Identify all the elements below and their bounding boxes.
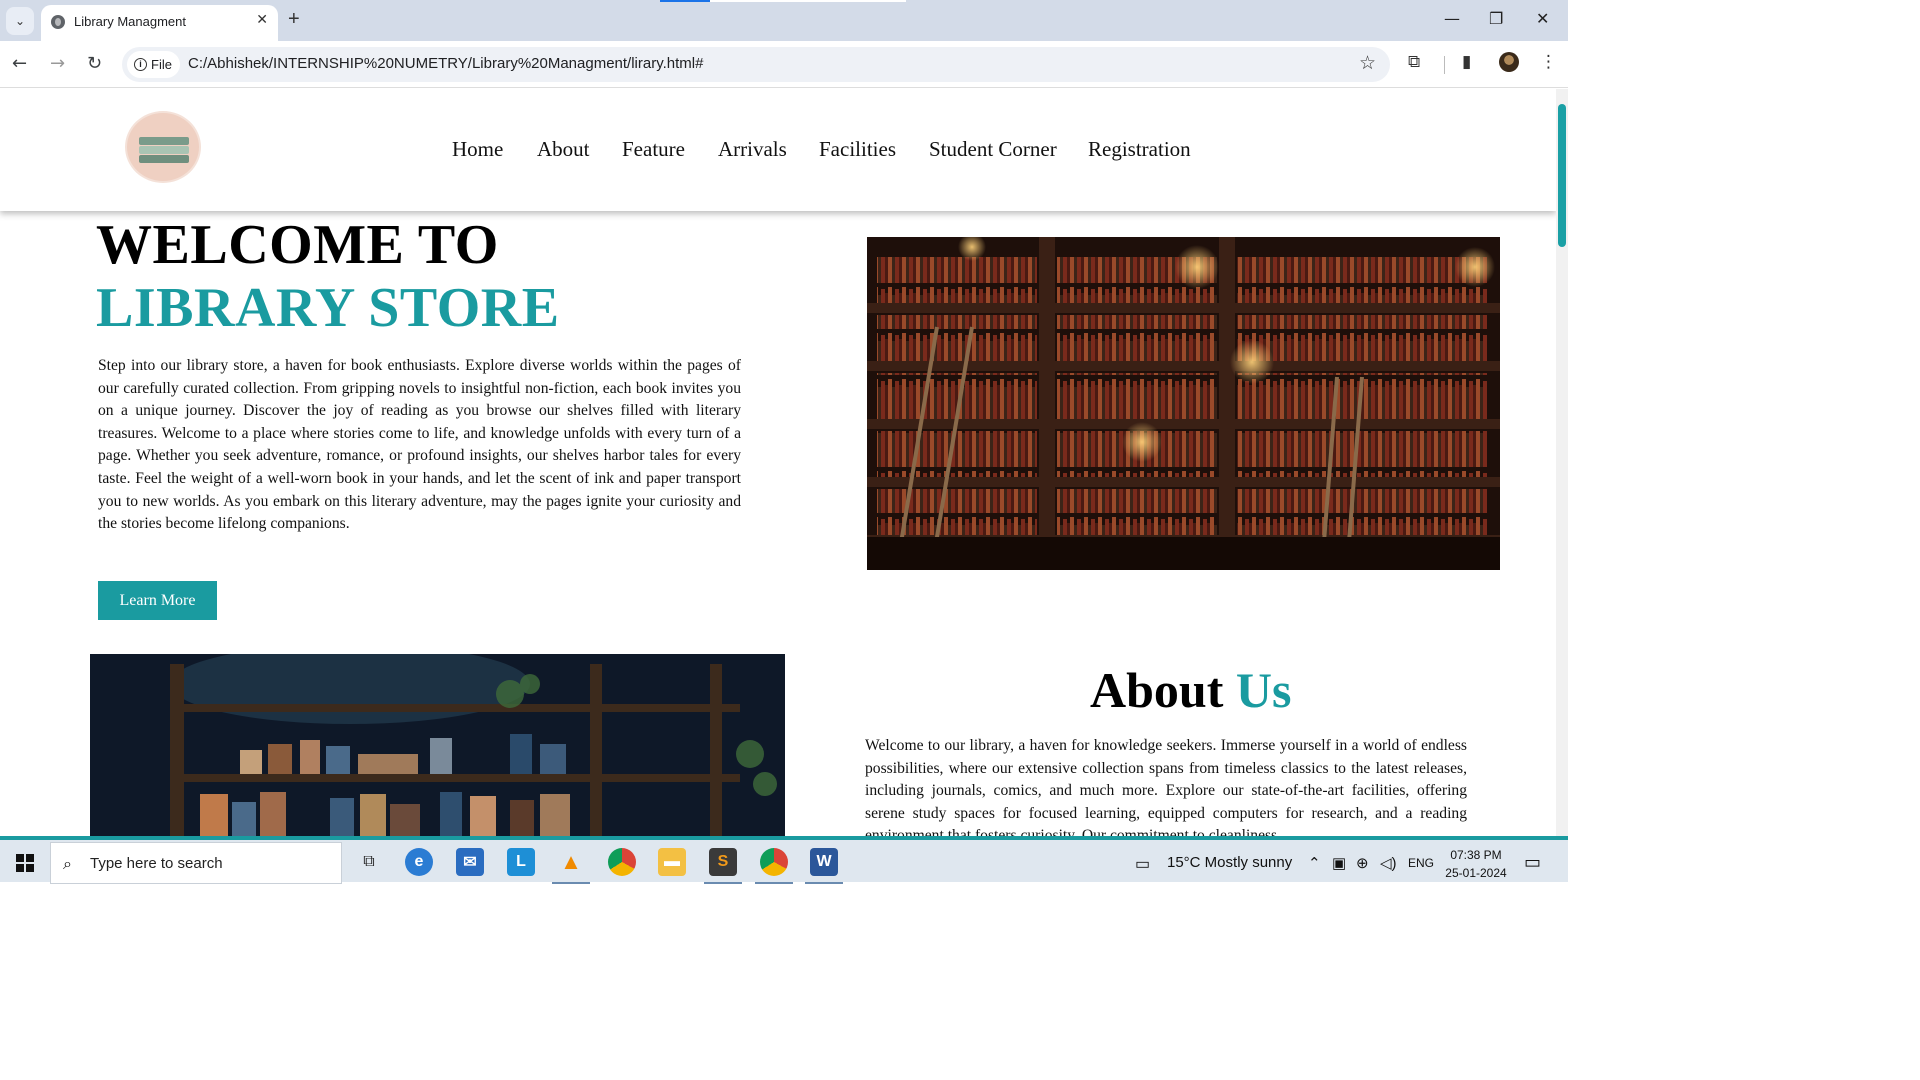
address-bar[interactable]: i File C:/Abhishek/INTERNSHIP%20NUMETRY/… [122, 47, 1390, 82]
windows-taskbar: ⌕ Type here to search ⧉ e ✉ L ▲ ▬ S W ▭ … [0, 836, 1568, 884]
browser-tab-bar: ⌄ Library Managment ✕ + — ❐ ✕ [0, 0, 1568, 41]
volume-icon[interactable]: ◁) [1380, 854, 1397, 872]
file-explorer-icon[interactable]: ▬ [658, 848, 686, 876]
launcher-l-icon[interactable]: L [507, 848, 535, 876]
browser-toolbar: ← → ↻ i File C:/Abhishek/INTERNSHIP%20NU… [0, 41, 1568, 88]
profile-avatar[interactable] [1499, 52, 1519, 72]
clock-time: 07:38 PM [1450, 848, 1502, 862]
language-indicator[interactable]: ENG [1408, 856, 1434, 870]
web-page: Home About Feature Arrivals Facilities S… [0, 89, 1556, 836]
weather-icon[interactable]: ▭ [1135, 854, 1150, 874]
nav-about[interactable]: About [537, 137, 590, 162]
site-header: Home About Feature Arrivals Facilities S… [0, 89, 1556, 211]
taskbar-active-indicator [704, 882, 742, 884]
clock-date: 25-01-2024 [1445, 866, 1507, 880]
tab-search-button[interactable]: ⌄ [6, 7, 34, 35]
notifications-icon[interactable]: ▭ [1524, 852, 1541, 873]
hero-title-line2: LIBRARY STORE [96, 277, 560, 339]
nav-registration[interactable]: Registration [1088, 137, 1191, 162]
library-logo[interactable] [125, 111, 201, 183]
page-scrollbar-thumb[interactable] [1558, 104, 1566, 247]
windows-start-icon[interactable] [16, 854, 34, 872]
more-menu-icon[interactable]: ⋮ [1540, 52, 1557, 72]
nav-student-corner[interactable]: Student Corner [929, 137, 1057, 162]
chevron-up-icon[interactable]: ⌃ [1308, 854, 1321, 872]
taskbar-active-indicator [755, 882, 793, 884]
taskbar-active-indicator [805, 882, 843, 884]
taskbar-search-placeholder: Type here to search [90, 855, 223, 872]
network-globe-icon[interactable]: ⊕ [1356, 854, 1369, 872]
minimize-button[interactable]: — [1444, 9, 1460, 28]
loading-bar-track [710, 0, 906, 2]
bookmark-star-icon[interactable]: ☆ [1359, 52, 1376, 74]
logo-book [139, 155, 189, 163]
taskbar-active-indicator [552, 882, 590, 884]
about-heading-word1: About [1090, 662, 1224, 718]
globe-icon [51, 15, 65, 29]
system-clock[interactable]: 07:38 PM 25-01-2024 [1442, 846, 1510, 882]
loading-bar [660, 0, 710, 2]
library-shelves-illustration [867, 237, 1500, 570]
toolbar-divider [1444, 56, 1445, 74]
about-text: Welcome to our library, a haven for know… [865, 737, 1467, 836]
nav-feature[interactable]: Feature [622, 137, 685, 162]
site-chip-label: File [151, 57, 172, 72]
nav-home[interactable]: Home [452, 137, 503, 162]
about-heading-word2: Us [1235, 662, 1292, 718]
extensions-icon[interactable]: ⧉ [1408, 52, 1420, 72]
learn-more-button[interactable]: Learn More [98, 581, 217, 620]
side-panel-icon[interactable]: ▮ [1462, 52, 1471, 72]
library-shelves-image [867, 237, 1500, 570]
chrome-profile-icon[interactable] [760, 848, 788, 876]
mail-icon[interactable]: ✉ [456, 848, 484, 876]
logo-book [139, 146, 189, 154]
close-tab-icon[interactable]: ✕ [256, 12, 268, 28]
hero-title-line1: WELCOME TO [96, 214, 499, 276]
vlc-icon[interactable]: ▲ [557, 848, 585, 876]
new-tab-button[interactable]: + [288, 8, 300, 31]
browser-tab[interactable]: Library Managment ✕ [41, 5, 278, 41]
forward-arrow-icon[interactable]: → [50, 53, 65, 74]
search-icon: ⌕ [63, 854, 72, 873]
tab-title: Library Managment [74, 14, 186, 29]
taskbar-search-box[interactable]: ⌕ Type here to search [50, 842, 342, 884]
shelf-books-illustration [90, 654, 785, 836]
word-icon[interactable]: W [810, 848, 838, 876]
sublime-text-icon[interactable]: S [709, 848, 737, 876]
chrome-icon[interactable] [608, 848, 636, 876]
chevron-down-icon: ⌄ [14, 14, 26, 28]
reload-icon[interactable]: ↻ [87, 53, 102, 74]
edge-browser-icon[interactable]: e [405, 848, 433, 876]
back-arrow-icon[interactable]: ← [12, 53, 27, 74]
logo-book [139, 137, 189, 145]
display-icon[interactable]: ▣ [1332, 854, 1346, 872]
weather-text[interactable]: 15°C Mostly sunny [1167, 854, 1292, 871]
nav-facilities[interactable]: Facilities [819, 137, 896, 162]
site-info-chip[interactable]: i File [127, 51, 180, 78]
about-heading: About Us [1090, 661, 1291, 719]
hero-intro-text: Step into our library store, a haven for… [98, 357, 741, 533]
nav-arrivals[interactable]: Arrivals [718, 137, 787, 162]
url-text[interactable]: C:/Abhishek/INTERNSHIP%20NUMETRY/Library… [188, 55, 703, 72]
restore-button[interactable]: ❐ [1489, 9, 1503, 28]
close-window-button[interactable]: ✕ [1536, 9, 1549, 28]
shelf-books-image [90, 654, 785, 836]
info-icon: i [134, 58, 147, 71]
task-view-icon[interactable]: ⧉ [355, 848, 383, 876]
